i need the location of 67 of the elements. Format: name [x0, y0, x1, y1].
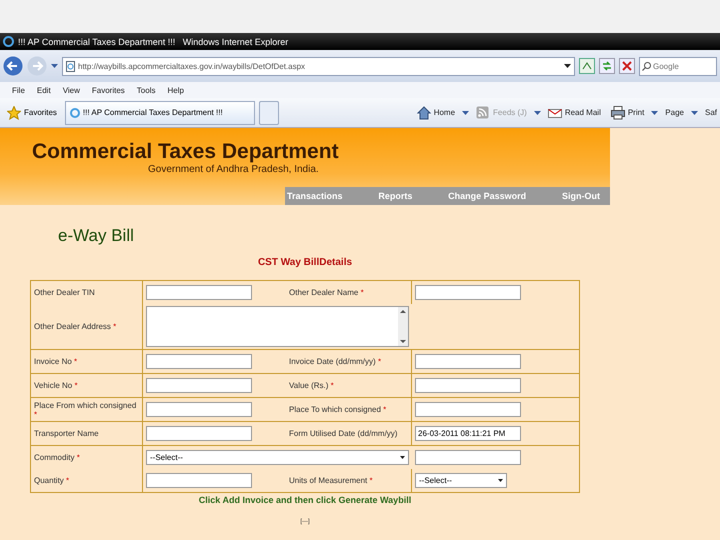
menu-item[interactable]: Help	[167, 86, 184, 94]
input-field[interactable]: 26-03-2011 08:11:21 PM	[415, 426, 521, 441]
input-field[interactable]	[415, 378, 521, 393]
field-label: Commodity *	[34, 453, 80, 462]
search-icon[interactable]	[642, 62, 651, 70]
caret-icon	[498, 479, 503, 482]
toolbar-button[interactable]: Page	[662, 108, 687, 117]
address-field[interactable]: http://waybills.apcommercialtaxes.gov.in/waybills/DetOfDet.aspx	[78, 62, 561, 70]
field-label: Other Dealer Name *	[289, 288, 364, 297]
new-tab-button[interactable]	[258, 100, 279, 124]
input-field[interactable]	[146, 426, 252, 441]
address-bar[interactable]: http://waybills.apcommercialtaxes.gov.in/waybills/DetOfDet.aspx	[62, 56, 575, 76]
menu-item[interactable]: Tools	[136, 86, 156, 94]
field-label: Invoice No *	[34, 357, 78, 366]
page-heading: e-Way Bill	[58, 226, 135, 246]
caret-icon[interactable]	[564, 64, 571, 68]
input-field[interactable]	[146, 473, 252, 488]
browser-tab[interactable]: !!! AP Commercial Taxes Department !!!	[64, 100, 255, 124]
input-field[interactable]	[415, 285, 521, 300]
print-icon	[610, 106, 625, 120]
field-label: Place From which consigned *	[34, 400, 138, 418]
star-icon	[7, 106, 21, 120]
browser-icon	[70, 108, 80, 118]
field-label: Place To which consigned *	[289, 405, 386, 414]
toolbar-button[interactable]: Read Mail	[544, 106, 604, 120]
toolbar-button[interactable]: Home	[414, 106, 458, 120]
text-area[interactable]	[146, 306, 409, 347]
back-icon[interactable]	[3, 56, 23, 76]
menu-item[interactable]: Favorites	[92, 86, 125, 94]
page-icon	[66, 60, 75, 72]
field-label: Form Utilised Date (dd/mm/yy)	[289, 429, 398, 438]
field-label: Units of Measurement *	[289, 476, 373, 485]
favorites-button[interactable]: Favorites	[3, 106, 61, 120]
caret-icon	[400, 456, 405, 459]
input-field[interactable]	[146, 354, 252, 369]
input-field[interactable]	[146, 402, 252, 417]
home-icon	[416, 106, 431, 120]
menu-item[interactable]: File	[12, 86, 25, 94]
field-label: Quantity *	[34, 476, 70, 485]
form-title: CST Way BillDetails	[256, 257, 354, 268]
close-icon[interactable]	[619, 58, 635, 74]
input-field[interactable]	[146, 285, 252, 300]
feed-icon	[476, 106, 490, 120]
browser-icon	[3, 36, 14, 47]
input-field[interactable]	[415, 354, 521, 369]
field-label: Invoice Date (dd/mm/yy) *	[289, 357, 382, 366]
site-title: Commercial Taxes Department	[32, 140, 340, 164]
input-field[interactable]	[415, 402, 521, 417]
field-label: Other Dealer Address *	[34, 322, 116, 331]
site-subtitle: Government of Andhra Pradesh, India.	[148, 164, 320, 175]
instruction-text: Click Add Invoice and then click Generate Waybill	[198, 495, 412, 505]
field-label: Vehicle No *	[34, 381, 78, 390]
input-field[interactable]	[146, 378, 252, 393]
window-title: !!! AP Commercial Taxes Department !!! Windows Internet Explorer	[18, 36, 288, 46]
toolbar-button[interactable]: Print	[608, 106, 648, 120]
refresh-icon[interactable]	[599, 58, 615, 74]
field-label: Value (Rs.) *	[289, 381, 334, 390]
toolbar-button[interactable]: Saf	[702, 108, 720, 117]
search-bar[interactable]: Google	[639, 56, 717, 76]
field-label: Other Dealer TIN	[34, 288, 95, 297]
input-field[interactable]	[415, 450, 521, 465]
scrollbar-drawing[interactable]	[398, 307, 408, 346]
field-label: Transporter Name	[34, 429, 99, 438]
dropdown[interactable]: --Select--	[415, 473, 507, 488]
menu-item[interactable]: View	[62, 86, 80, 94]
menu-item[interactable]: Edit	[36, 86, 51, 94]
dropdown[interactable]: --Select--	[146, 450, 409, 465]
